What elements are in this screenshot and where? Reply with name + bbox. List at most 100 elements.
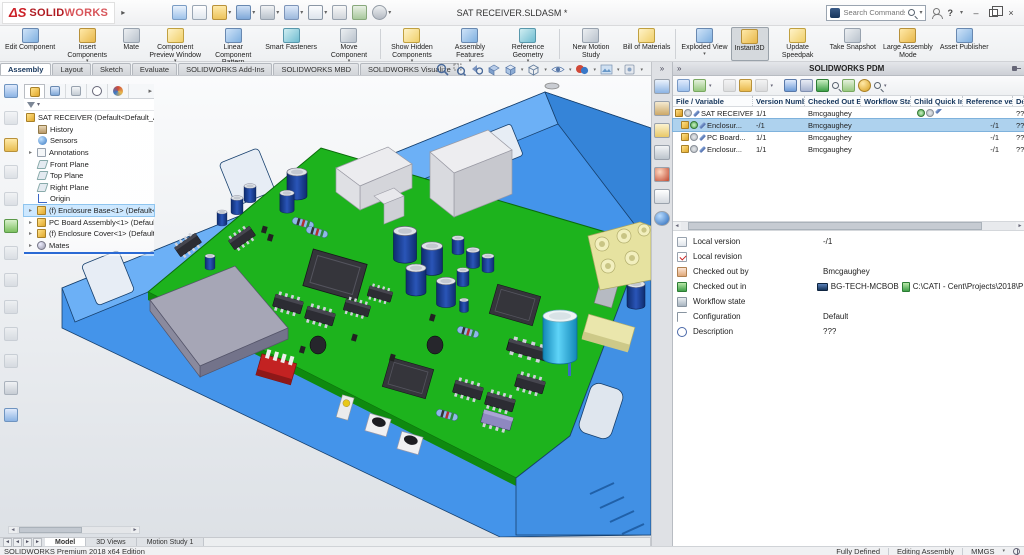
pdm-row-enclosure-base[interactable]: Enclosur... -/1 Bmcgaughey -/1 ?? — [673, 119, 1024, 131]
preview-icon[interactable] — [832, 82, 839, 89]
ribbon-button-new-motion-study[interactable]: New Motion Study — [562, 27, 620, 61]
ribbon-button-component-preview-window[interactable]: Component Preview Window▾ — [146, 27, 204, 61]
solidworks-resources-icon[interactable] — [654, 79, 670, 94]
pin-icon[interactable] — [1012, 65, 1020, 73]
login-icon[interactable] — [932, 8, 941, 17]
scroll-right-icon[interactable]: ► — [1016, 223, 1024, 229]
scroll-left-icon[interactable]: ◄ — [9, 527, 17, 533]
tab-solidworks-add-ins[interactable]: SOLIDWORKS Add-Ins — [178, 63, 272, 75]
pdm-cancel-icon[interactable] — [4, 219, 18, 233]
copy-tree-icon[interactable] — [677, 79, 690, 92]
zoom-fit-icon[interactable] — [436, 63, 449, 76]
col-description[interactable]: De — [1013, 96, 1024, 106]
last-tab-icon[interactable]: ► — [33, 538, 42, 547]
pdm-row-sat-receiver[interactable]: SAT RECEIVER 1/1 Bmcgaughey ?? — [673, 107, 1024, 119]
logo-flyout-icon[interactable]: ▸ — [115, 8, 131, 17]
rollback-bar[interactable] — [24, 252, 154, 254]
ribbon-button-mate[interactable]: Mate — [116, 27, 146, 61]
pdm-calc-icon[interactable] — [4, 381, 18, 395]
ribbon-button-insert-components[interactable]: Insert Components▾ — [58, 27, 116, 61]
ribbon-button-update-speedpak[interactable]: Update Speedpak — [769, 27, 827, 61]
tree-filter[interactable]: ▾ — [24, 99, 154, 111]
check-in-icon[interactable] — [739, 79, 752, 92]
help-button[interactable]: ? — [947, 8, 953, 18]
tab-motion-study-1[interactable]: Motion Study 1 — [137, 538, 205, 546]
ribbon-button-show-hidden-components[interactable]: Show Hidden Components▾ — [383, 27, 441, 61]
zoom-area-icon[interactable] — [453, 63, 466, 76]
pdm-grid-icon[interactable] — [4, 84, 18, 98]
col-reference-version[interactable]: Reference vers — [963, 96, 1013, 106]
col-workflow-state[interactable]: Workflow State — [861, 96, 911, 106]
pdm-tool-icon[interactable] — [4, 273, 18, 287]
print-button[interactable]: ▾ — [259, 4, 280, 21]
ribbon-button-asset-publisher[interactable]: Asset Publisher — [937, 27, 992, 61]
pdm-tool-icon[interactable] — [4, 111, 18, 125]
pdm-search-icon[interactable] — [874, 82, 881, 89]
prev-tab-icon[interactable]: ◄ — [13, 538, 22, 547]
tree-item-right-plane[interactable]: Right Plane — [24, 182, 154, 194]
check-out-icon[interactable] — [723, 79, 736, 92]
open-button[interactable]: ▾ — [211, 4, 232, 21]
pdm-row-pc-board[interactable]: PC Board... 1/1 Bmcgaughey -/1 ?? — [673, 131, 1024, 143]
solidworks-forum-icon[interactable] — [654, 211, 670, 226]
save-button[interactable]: ▾ — [235, 4, 256, 21]
tab-evaluate[interactable]: Evaluate — [132, 63, 177, 75]
section-view-icon[interactable] — [487, 63, 500, 76]
custom-properties-icon[interactable] — [654, 189, 670, 204]
window-panes-button[interactable] — [351, 4, 368, 21]
tree-item-enclosure-cover[interactable]: ▸(f) Enclosure Cover<1> (Default<<De — [24, 228, 154, 240]
units-selector[interactable]: MMGS — [971, 547, 994, 555]
tree-item-top-plane[interactable]: Top Plane — [24, 170, 154, 182]
ribbon-button-exploded-view[interactable]: Exploded View▾ — [678, 27, 730, 61]
tree-item-mates[interactable]: ▸Mates — [24, 240, 154, 252]
tree-item-annotations[interactable]: ▸Annotations — [24, 147, 154, 159]
ribbon-button-instant3d[interactable]: Instant3D — [731, 27, 769, 61]
ribbon-button-smart-fasteners[interactable]: Smart Fasteners — [262, 27, 320, 61]
globe-icon[interactable] — [1013, 548, 1020, 555]
contains-icon[interactable] — [800, 79, 813, 92]
previous-view-icon[interactable] — [470, 63, 483, 76]
pdm-checkin-icon[interactable] — [4, 138, 18, 152]
file-details-icon[interactable] — [784, 79, 797, 92]
pdm-list-icon[interactable] — [4, 408, 18, 422]
search-icon[interactable] — [908, 9, 915, 16]
tab-displaymanager[interactable] — [108, 84, 129, 98]
tab-3d-views[interactable]: 3D Views — [86, 538, 136, 546]
ribbon-button-bill-of-materials[interactable]: Bill of Materials — [620, 27, 673, 61]
select-button[interactable]: ▾ — [307, 4, 328, 21]
tab-configurationmanager[interactable] — [66, 84, 87, 98]
ribbon-button-edit-component[interactable]: Edit Component — [2, 27, 58, 61]
pdm-tool-icon[interactable] — [4, 327, 18, 341]
options-button[interactable]: ▾ — [371, 4, 392, 21]
tree-horizontal-scrollbar[interactable]: ◄ ► — [8, 526, 140, 534]
close-button[interactable]: × — [1004, 8, 1018, 18]
rebuild-button[interactable] — [331, 4, 348, 21]
appearances-scenes-icon[interactable] — [654, 167, 670, 182]
col-checked-out-by[interactable]: Checked Out By — [805, 96, 861, 106]
tab-layout[interactable]: Layout — [52, 63, 91, 75]
pdm-tool-icon[interactable] — [4, 165, 18, 179]
search-input[interactable] — [843, 8, 905, 17]
edit-appearance-icon[interactable] — [575, 63, 589, 76]
tree-item-history[interactable]: History — [24, 124, 154, 136]
tree-item-enclosure-base[interactable]: ▸(f) Enclosure Base<1> (Default<<Def — [24, 205, 154, 217]
scroll-right-icon[interactable]: ► — [131, 527, 139, 533]
undo-button[interactable]: ▾ — [283, 4, 304, 21]
search-scope-icon[interactable] — [830, 8, 840, 18]
file-explorer-icon[interactable] — [654, 123, 670, 138]
ribbon-button-reference-geometry[interactable]: Reference Geometry▾ — [499, 27, 557, 61]
pdm-tool-icon[interactable] — [4, 354, 18, 368]
ribbon-button-move-component[interactable]: Move Component▾ — [320, 27, 378, 61]
tab-propertymanager[interactable] — [45, 84, 66, 98]
pdm-horizontal-scrollbar[interactable]: ◄ ► — [673, 221, 1024, 231]
tree-root[interactable]: SAT RECEIVER (Default<Default_All>) — [24, 112, 154, 124]
tree-item-sensors[interactable]: Sensors — [24, 135, 154, 147]
tab-model[interactable]: Model — [45, 538, 86, 546]
home-button[interactable] — [171, 4, 188, 21]
col-file-variable[interactable]: File / Variable — [673, 96, 753, 106]
minimize-button[interactable]: – — [969, 8, 983, 18]
col-version-number[interactable]: Version Number — [753, 96, 805, 106]
workflow-transition-icon[interactable] — [755, 79, 768, 92]
get-version-icon[interactable] — [693, 79, 706, 92]
view-orientation-icon[interactable] — [504, 63, 517, 76]
